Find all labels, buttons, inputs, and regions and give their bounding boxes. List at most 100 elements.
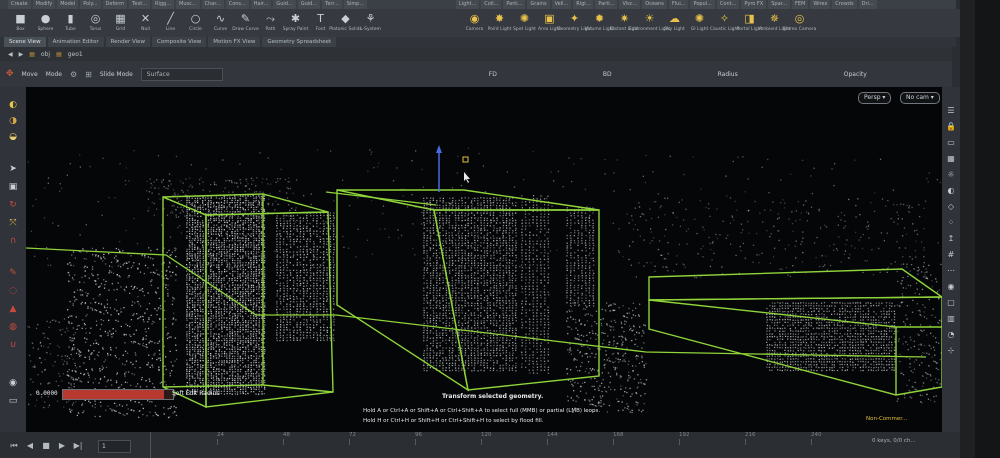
scale-icon[interactable]: ⤧ [7, 217, 19, 229]
environment-light-tool[interactable]: ☀ Environment Light [629, 9, 670, 37]
camera-tool[interactable]: ◉ Camera [462, 9, 487, 37]
bd-field[interactable]: BD [603, 71, 612, 78]
camera-view-icon[interactable]: ▭ [7, 395, 19, 407]
area-light-tool[interactable]: ▣ Area Light [537, 9, 562, 37]
lasso-icon[interactable]: ◌ [7, 285, 19, 297]
pane-tab-4[interactable]: Motion FX View [208, 37, 261, 47]
radius-field[interactable]: Radius [718, 71, 738, 78]
shelf-tab-right-2[interactable]: Parti... [503, 0, 526, 9]
peak-icon[interactable]: ▲ [7, 303, 19, 315]
shelf-tab-13[interactable]: Terr... [322, 0, 342, 9]
shelf-tab-6[interactable]: Rigg... [152, 0, 174, 9]
display-options-icon[interactable]: ☰ [945, 105, 957, 117]
shelf-tab-9[interactable]: Cons... [225, 0, 249, 9]
handle-icon[interactable]: ◑ [7, 115, 19, 127]
tube-tool[interactable]: ▮ Tube [58, 9, 83, 37]
curve-tool[interactable]: ∿ Curve [208, 9, 233, 37]
step-back-icon[interactable]: ◀ [24, 441, 36, 451]
current-frame-field[interactable]: 1 [98, 440, 131, 453]
font-tool[interactable]: T Font [308, 9, 333, 37]
pane-tab-1[interactable]: Animation Editor [47, 37, 104, 47]
spot-light-tool[interactable]: ✺ Spot Light [512, 9, 537, 37]
pane-tab-2[interactable]: Render View [105, 37, 151, 47]
shelf-tab-8[interactable]: Char... [201, 0, 224, 9]
arrow-select-icon[interactable]: ➤ [7, 163, 19, 175]
viewport-canvas[interactable] [26, 87, 942, 432]
shelf-tab-right-14[interactable]: FEM [792, 0, 809, 9]
scene-viewport[interactable]: Persp ▾ No cam ▾ 0.0000 Soft Edit Radius… [26, 87, 942, 432]
grid-toggle-icon[interactable]: ▦ [945, 153, 957, 165]
stereo-camera-tool[interactable]: ◎ Stereo Camera [783, 9, 817, 37]
portal-light-tool[interactable]: ◨ Portal Light [737, 9, 763, 37]
points-display-icon[interactable]: ⁘ [945, 217, 957, 229]
circle-tool[interactable]: ○ Circle [183, 9, 208, 37]
shelf-tab-right-17[interactable]: Dri... [858, 0, 877, 9]
shelf-tab-2[interactable]: Model [57, 0, 79, 9]
shelf-tab-right-5[interactable]: Rigi... [573, 0, 594, 9]
shelf-tab-10[interactable]: Hair... [250, 0, 272, 9]
camera-menu[interactable]: No cam ▾ [900, 92, 940, 104]
shelf-tab-right-15[interactable]: Wires [810, 0, 831, 9]
point-numbers-icon[interactable]: ⋯ [945, 265, 957, 277]
jump-start-icon[interactable]: ⏮ [8, 441, 20, 451]
brush-icon[interactable]: ✎ [7, 267, 19, 279]
view-icon[interactable]: ◉ [7, 377, 19, 389]
lock-icon[interactable]: 🔒 [945, 121, 957, 133]
play-icon[interactable]: ▶ [56, 441, 68, 451]
fd-field[interactable]: FD [489, 71, 497, 78]
snapshot-icon[interactable]: ▢ [945, 297, 957, 309]
wireframe-icon[interactable]: ◇ [945, 201, 957, 213]
shelf-tab-right-13[interactable]: Spar... [768, 0, 790, 9]
shelf-tab-4[interactable]: Deform [102, 0, 128, 9]
forward-arrow-icon[interactable]: ▶ [19, 51, 24, 58]
ghost-icon[interactable]: ◔ [945, 329, 957, 341]
shelf-tab-7[interactable]: Musc... [176, 0, 200, 9]
shelf-tab-14[interactable]: Simp... [343, 0, 368, 9]
caustic-light-tool[interactable]: ✧ Caustic Light [710, 9, 739, 37]
gi-light-tool[interactable]: ✺ GI Light [687, 9, 712, 37]
box-tool[interactable]: ■ Box [8, 9, 33, 37]
null-tool[interactable]: ✕ Null [133, 9, 158, 37]
pane-tab-5[interactable]: Geometry Spreadsheet [262, 37, 337, 47]
l-system-tool[interactable]: ⚘ L-System [358, 9, 383, 37]
sky-light-tool[interactable]: ☁ Sky Light [662, 9, 687, 37]
path-root[interactable]: obj [41, 51, 50, 58]
shelf-tab-3[interactable]: Poly... [80, 0, 101, 9]
platonic-solids-tool[interactable]: ◆ Platonic Solids [329, 9, 362, 37]
opacity-field[interactable]: Opacity [844, 71, 867, 78]
distant-light-tool[interactable]: ✷ Distant Light [610, 9, 639, 37]
primitive-numbers-icon[interactable]: # [945, 249, 957, 261]
perspective-menu[interactable]: Persp ▾ [858, 92, 892, 104]
move-tool-icon[interactable]: ✥ [6, 69, 14, 79]
rotate-icon[interactable]: ↻ [7, 199, 19, 211]
back-arrow-icon[interactable]: ◀ [8, 51, 13, 58]
transform-icon[interactable]: ▣ [7, 181, 19, 193]
shelf-tab-right-8[interactable]: Oceans [642, 0, 667, 9]
shelf-tab-right-0[interactable]: Light... [456, 0, 480, 9]
grid-tool[interactable]: ▦ Grid [108, 9, 133, 37]
shelf-tab-1[interactable]: Modify [32, 0, 56, 9]
snap-icon[interactable]: ⊞ [85, 70, 92, 79]
visibility-icon[interactable]: ◉ [945, 281, 957, 293]
template-icon[interactable]: ▥ [945, 313, 957, 325]
shading-icon[interactable]: ◐ [945, 185, 957, 197]
stop-icon[interactable]: ■ [40, 441, 52, 451]
sun-icon[interactable]: ☼ [945, 169, 957, 181]
shelf-tab-right-6[interactable]: Parti... [595, 0, 618, 9]
shelf-tab-right-7[interactable]: Visc... [619, 0, 641, 9]
settings-icon[interactable]: ⚙ [70, 70, 77, 79]
shelf-tab-right-4[interactable]: Vell... [551, 0, 572, 9]
shelf-tab-right-16[interactable]: Crowds [832, 0, 857, 9]
shelf-tab-5[interactable]: Text... [129, 0, 151, 9]
soft-radius-value[interactable]: 0.0000 [36, 390, 58, 397]
slide-mode-toggle[interactable]: Slide Mode [100, 71, 133, 78]
volume-light-tool[interactable]: ✹ Volume Light [585, 9, 614, 37]
path-tool[interactable]: ⤳ Path [258, 9, 283, 37]
shelf-tab-right-9[interactable]: Flui... [668, 0, 689, 9]
ambient-light-tool[interactable]: ✵ Ambient Light [759, 9, 791, 37]
geo-node-icon[interactable]: ▤ [56, 51, 62, 58]
shelf-tab-right-10[interactable]: Popul... [690, 0, 715, 9]
guides-icon[interactable]: ⊹ [945, 345, 957, 357]
spray-paint-tool[interactable]: ✱ Spray Paint [283, 9, 309, 37]
torus-tool[interactable]: ◎ Torus [83, 9, 108, 37]
